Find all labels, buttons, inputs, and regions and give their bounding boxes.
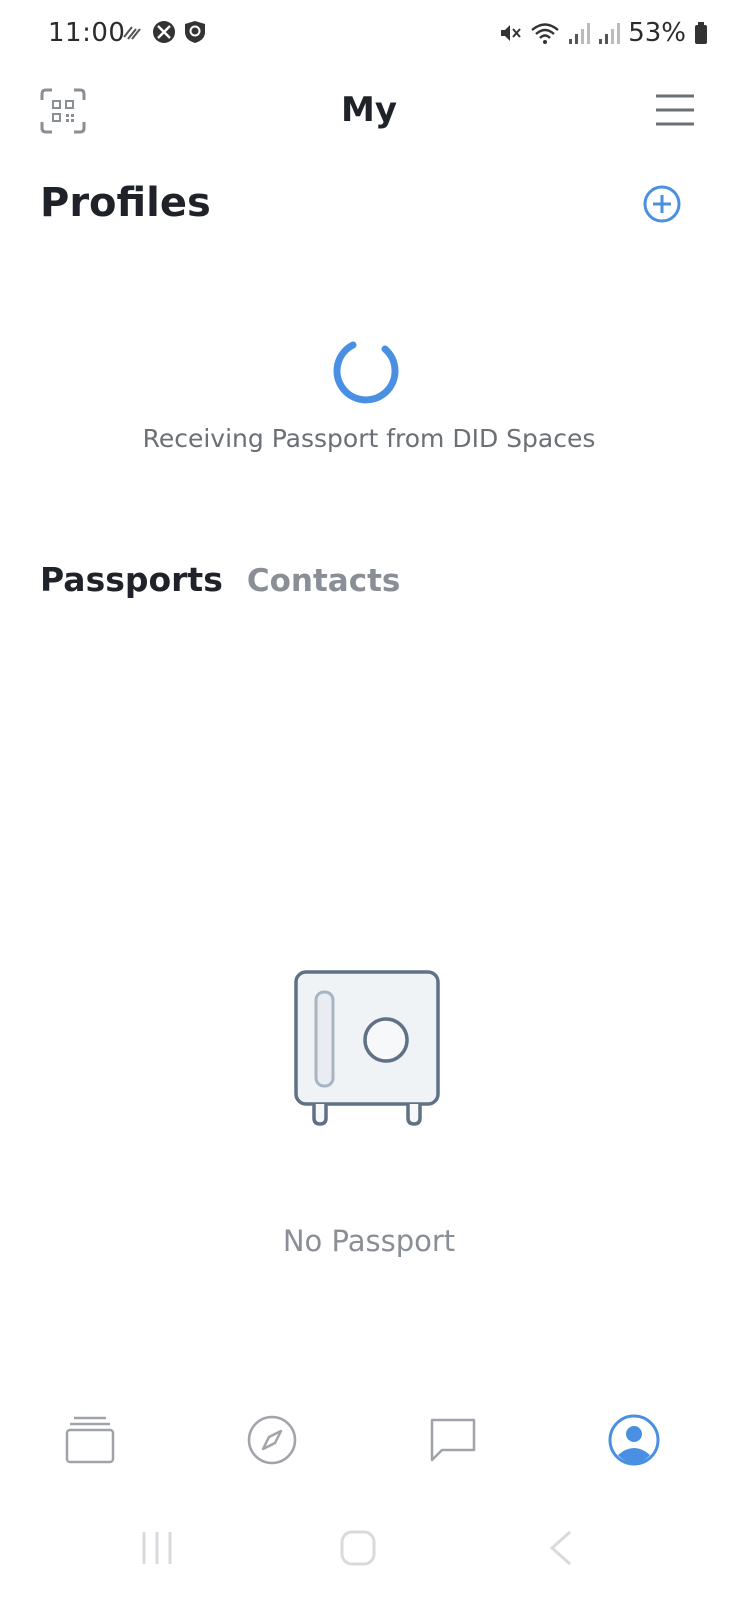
loading-status-text: Receiving Passport from DID Spaces	[142, 424, 596, 453]
home-button[interactable]	[340, 1530, 376, 1570]
tab-contacts[interactable]: Contacts	[247, 563, 401, 599]
battery-icon	[695, 22, 707, 44]
signal-icon	[569, 23, 591, 44]
empty-state-text: No Passport	[282, 1224, 456, 1258]
profile-icon	[608, 1414, 660, 1466]
xbox-icon	[153, 21, 175, 43]
wifi-icon	[531, 23, 559, 44]
status-time: 11:00	[48, 18, 126, 48]
activity-icon	[123, 26, 141, 40]
nav-cards[interactable]	[62, 1412, 118, 1468]
add-circle-icon	[643, 185, 681, 223]
page-title: My	[341, 90, 397, 130]
mute-icon	[501, 25, 521, 41]
system-navigation	[0, 1520, 738, 1580]
status-right-icons: 53%	[498, 18, 708, 48]
tabs: Passports Contacts	[40, 560, 400, 599]
nav-messages[interactable]	[425, 1412, 481, 1468]
status-bar: 11:00 53%	[0, 0, 738, 70]
bottom-navigation	[0, 1412, 738, 1492]
menu-icon	[656, 94, 694, 126]
compass-icon	[247, 1415, 297, 1465]
nav-profile[interactable]	[606, 1412, 662, 1468]
cards-icon	[65, 1416, 115, 1464]
add-profile-button[interactable]	[642, 184, 682, 224]
back-button[interactable]	[548, 1530, 574, 1570]
status-left-icons	[122, 20, 206, 44]
nav-explore[interactable]	[244, 1412, 300, 1468]
header: My	[0, 70, 738, 156]
chat-icon	[430, 1418, 476, 1462]
safe-icon	[294, 970, 440, 1126]
shield-icon	[185, 21, 205, 43]
spinner-icon	[333, 341, 399, 404]
tab-passports[interactable]: Passports	[40, 560, 223, 599]
home-icon	[340, 1530, 376, 1566]
recent-apps-icon	[142, 1532, 172, 1564]
menu-button[interactable]	[654, 92, 696, 128]
back-icon	[549, 1530, 571, 1566]
empty-state-illustration	[292, 970, 442, 1130]
recent-apps-button[interactable]	[140, 1530, 174, 1570]
battery-percentage: 53%	[628, 18, 686, 48]
signal-icon	[599, 23, 621, 44]
profiles-heading: Profiles	[40, 180, 211, 226]
loading-spinner	[333, 337, 401, 405]
